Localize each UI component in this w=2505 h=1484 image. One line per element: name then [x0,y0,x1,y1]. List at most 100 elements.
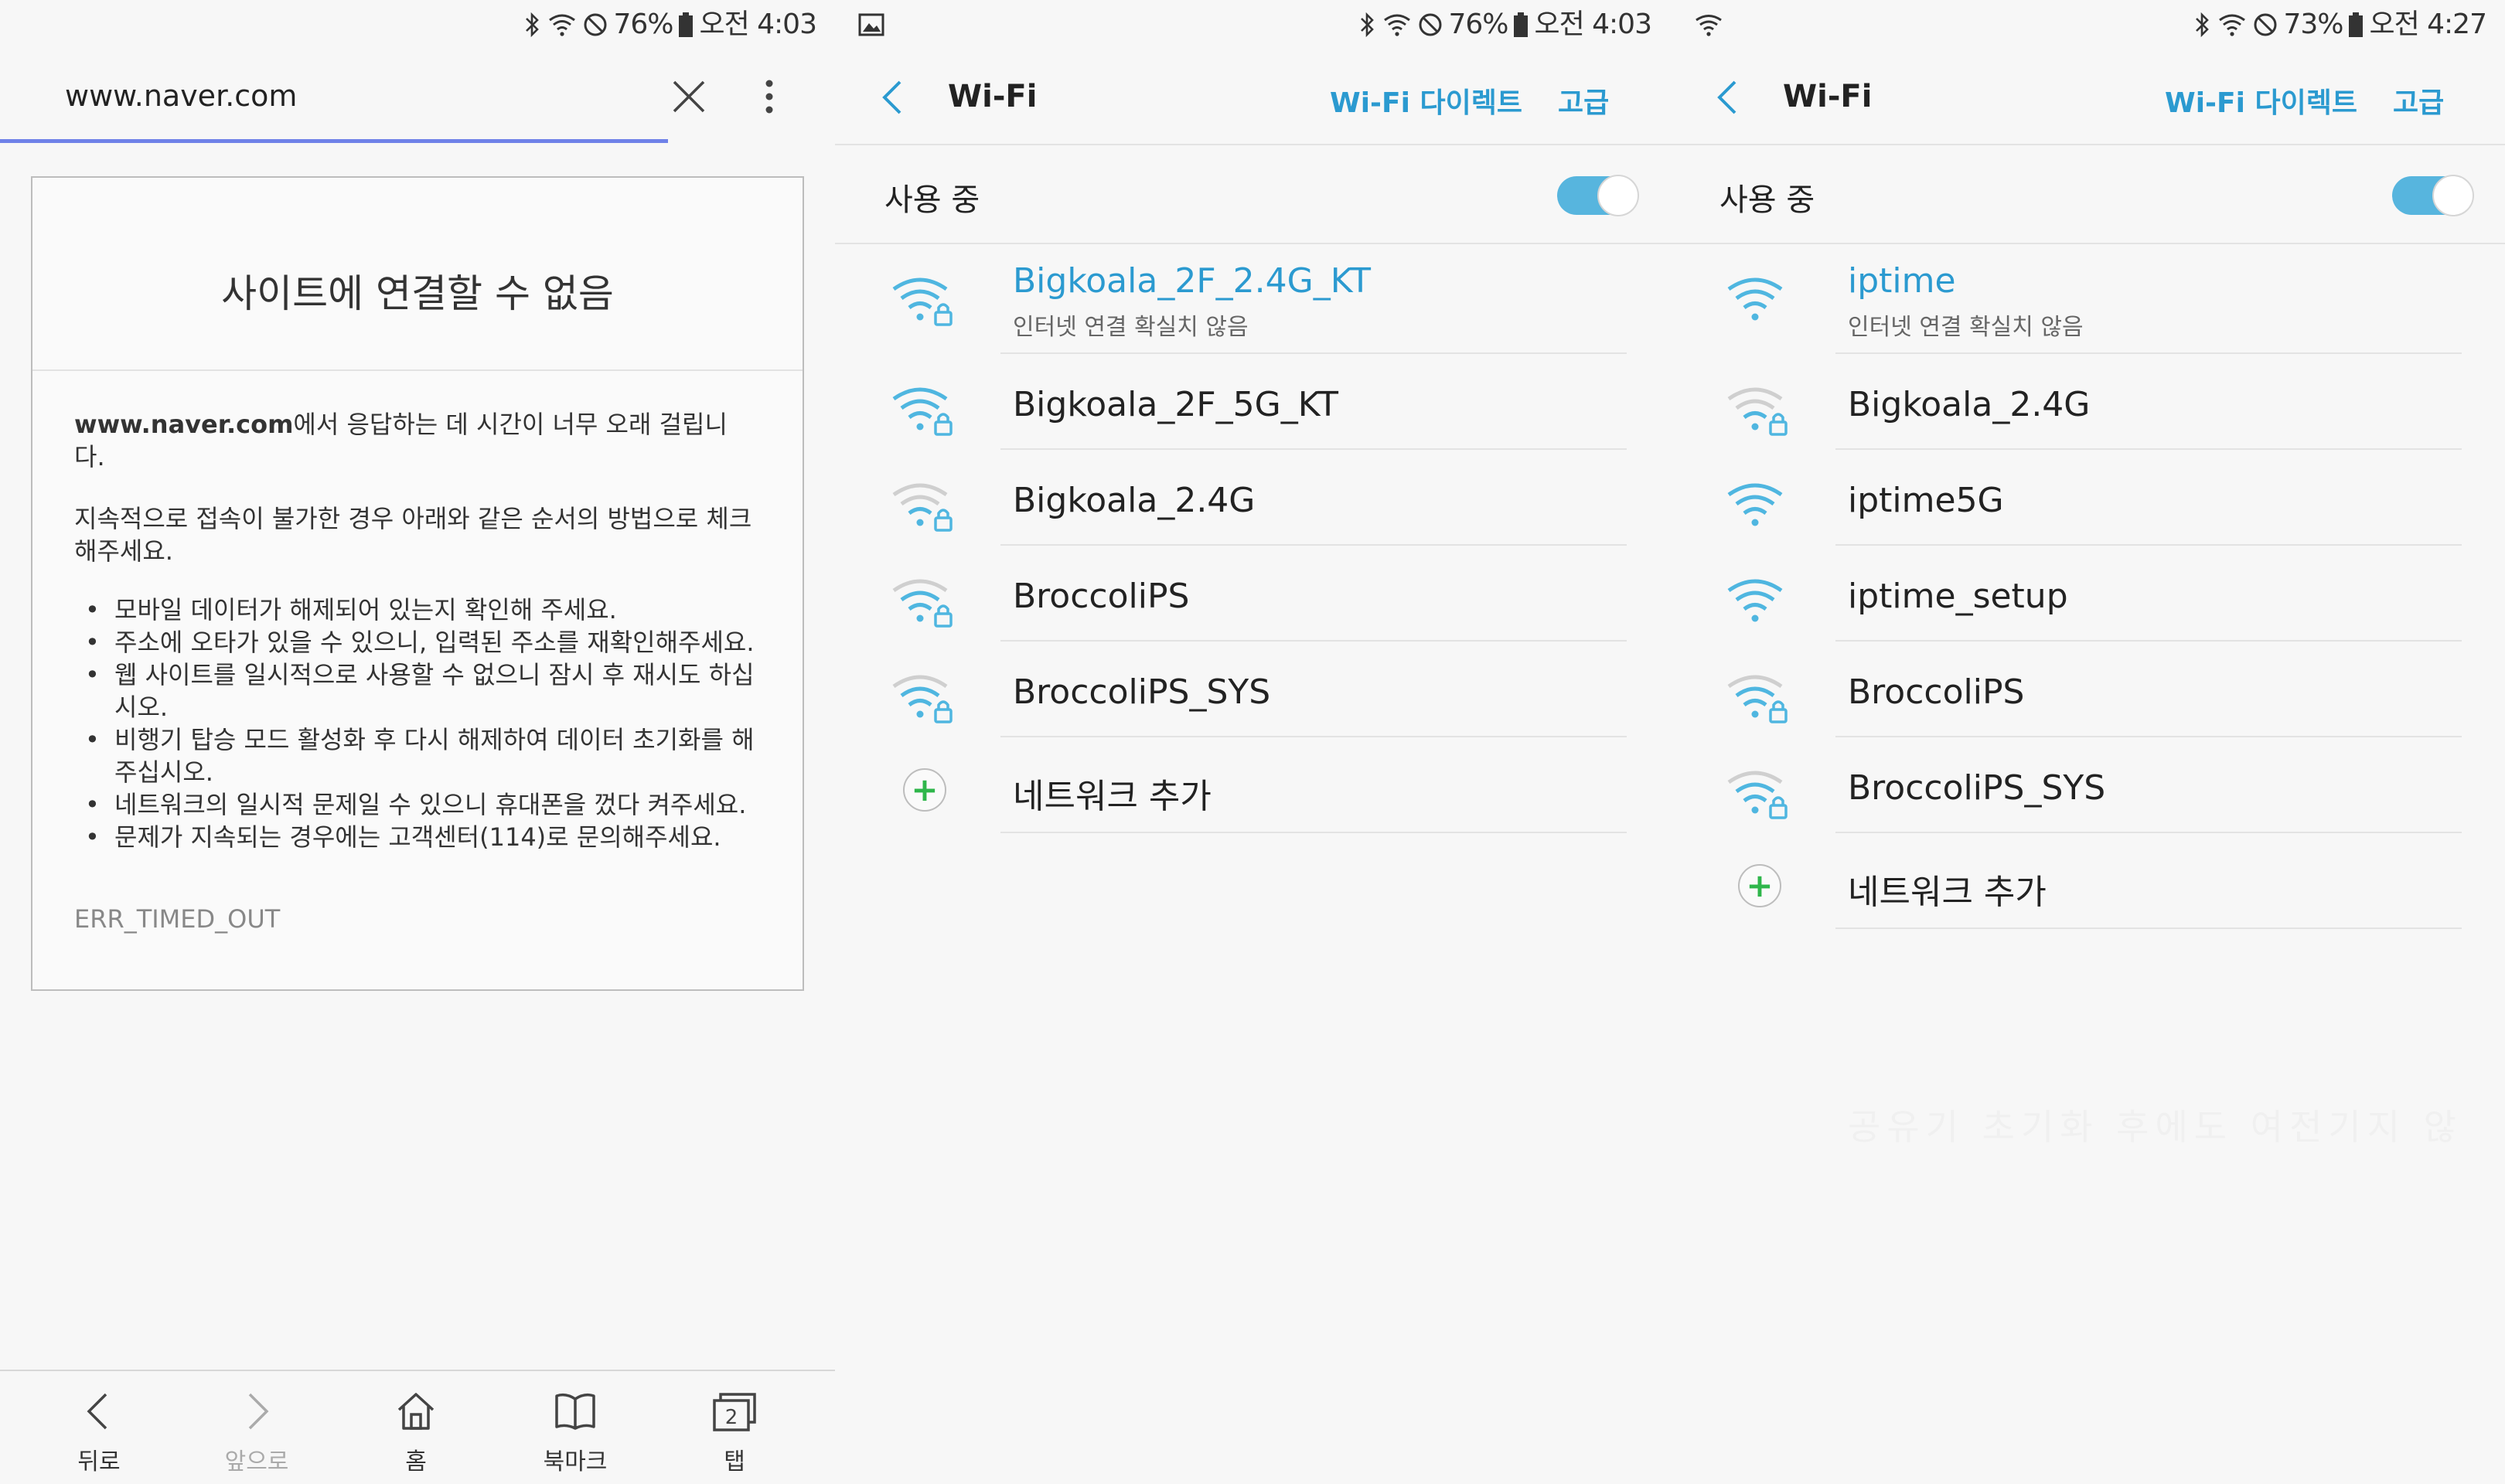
bookmarks-label: 북마크 [543,1448,608,1475]
status-bar: 73% 오전 4:27 [1670,0,2505,49]
network-name: iptime_setup [1848,577,2068,616]
back-arrow-icon[interactable] [878,77,906,117]
network-name: iptime5G [1848,481,2004,520]
do-not-disturb-icon [584,13,607,36]
network-item[interactable]: BroccoliPS [1670,642,2505,737]
wifi-switch-row[interactable]: 사용 중 [835,145,1670,243]
wifi-secured-strong-icon [892,277,953,326]
network-item[interactable]: iptime 인터넷 연결 확실치 않음 [1670,244,2505,354]
tabs-label: 탭 [724,1448,745,1475]
wifi-open-strong-icon [1727,277,1783,321]
wifi-secured-strong-icon [892,387,953,436]
network-item[interactable]: BroccoliPS [835,546,1670,642]
wifi-switch-label: 사용 중 [1719,182,1815,218]
error-intro: 지속적으로 접속이 불가한 경우 아래와 같은 순서의 방법으로 체크해주세요. [74,504,752,566]
tabs-button[interactable]: 2 탭 [657,1371,812,1484]
do-not-disturb-icon [1419,13,1442,36]
battery-percent: 73% [2283,9,2343,40]
wifi-header: Wi-Fi Wi-Fi 다이렉트 고급 [1670,49,2505,145]
error-title: 사이트에 연결할 수 없음 [221,271,614,316]
bookmarks-icon [555,1393,595,1430]
close-icon[interactable] [670,77,708,116]
network-name: BroccoliPS [1848,672,2025,712]
wifi-secured-weak-icon [1727,771,1788,819]
network-name: BroccoliPS_SYS [1013,672,1271,712]
network-name: BroccoliPS [1013,577,1190,616]
bluetooth-icon [1361,12,1375,38]
bookmarks-button[interactable]: 북마크 [498,1371,653,1484]
wifi-toggle[interactable] [1557,173,1639,216]
network-name: Bigkoala_2.4G [1013,481,1256,520]
network-item[interactable]: iptime5G [1670,450,2505,546]
more-options-icon[interactable] [762,77,776,116]
forward-button[interactable]: 앞으로 [179,1371,334,1484]
error-tip: 주소에 오타가 있을 수 있으니, 입력된 주소를 재확인해주세요. [74,626,756,659]
advanced-button[interactable]: 고급 [2393,80,2444,121]
advanced-button[interactable]: 고급 [1558,80,1609,121]
wifi-secured-weak-icon [892,675,953,723]
network-item[interactable]: Bigkoala_2F_2.4G_KT 인터넷 연결 확실치 않음 [835,244,1670,354]
add-network-button[interactable]: + 네트워크 추가 [835,737,1670,833]
wifi-header: Wi-Fi Wi-Fi 다이렉트 고급 [835,49,1670,145]
page-load-progress [0,139,668,143]
network-item[interactable]: Bigkoala_2F_5G_KT [835,354,1670,450]
network-list: Bigkoala_2F_2.4G_KT 인터넷 연결 확실치 않음 Bigkoa… [835,244,1670,833]
bottom-nav: 뒤로 앞으로 홈 북마크 2 탭 [0,1370,835,1484]
wifi-direct-button[interactable]: Wi-Fi 다이렉트 [1330,80,1522,121]
network-list: iptime 인터넷 연결 확실치 않음 Bigkoala_2.4G iptim… [1670,244,2505,929]
back-button[interactable]: 뒤로 [22,1371,176,1484]
wifi-secured-weak-icon [1727,387,1788,436]
error-tips-list: 모바일 데이터가 해제되어 있는지 확인해 주세요. 주소에 오타가 있을 수 … [74,594,756,853]
home-label: 홈 [405,1448,427,1475]
battery-percent: 76% [1448,9,1508,40]
wifi-direct-button[interactable]: Wi-Fi 다이렉트 [2165,80,2357,121]
address-bar[interactable]: www.naver.com [0,49,835,147]
error-tip: 문제가 지속되는 경우에는 고객센터(114)로 문의해주세요. [74,821,756,853]
home-button[interactable]: 홈 [339,1371,493,1484]
page-title: Wi-Fi [1783,79,1873,114]
card-divider [32,369,803,371]
page-title: Wi-Fi [948,79,1038,114]
wifi-switch-label: 사용 중 [884,182,980,218]
error-tip: 모바일 데이터가 해제되어 있는지 확인해 주세요. [74,594,756,626]
wifi-open-strong-icon [1727,483,1783,526]
forward-label: 앞으로 [224,1448,289,1475]
chevron-left-icon [87,1393,107,1430]
network-item[interactable]: Bigkoala_2.4G [1670,354,2505,450]
battery-icon [679,12,694,37]
network-name: Bigkoala_2F_5G_KT [1013,385,1339,424]
network-status: 인터넷 연결 확실치 않음 [1013,314,1249,341]
network-name: iptime [1848,261,1956,301]
wifi-toggle[interactable] [2392,173,2474,216]
error-body: www.naver.com에서 응답하는 데 시간이 너무 오래 걸립니다. 지… [74,408,756,853]
error-tip: 웹 사이트를 일시적으로 사용할 수 없으니 잠시 후 재시도 하십시오. [74,659,756,723]
status-time: 오전 4:03 [1534,9,1652,40]
bluetooth-icon [526,12,540,38]
do-not-disturb-icon [2254,13,2277,36]
network-item[interactable]: iptime_setup [1670,546,2505,642]
add-network-button[interactable]: + 네트워크 추가 [1670,833,2505,929]
back-label: 뒤로 [77,1448,121,1475]
back-arrow-icon[interactable] [1713,77,1741,117]
network-item[interactable]: Bigkoala_2.4G [835,450,1670,546]
status-bar: 76% 오전 4:03 [835,0,1670,49]
status-time: 오전 4:27 [2369,9,2487,40]
url-text[interactable]: www.naver.com [65,79,297,113]
wifi-status-icon [549,14,576,36]
add-icon: + [903,768,946,812]
status-time: 오전 4:03 [699,9,817,40]
wifi-status-icon [1384,14,1411,36]
network-name: BroccoliPS_SYS [1848,768,2106,808]
tab-count: 2 [725,1406,738,1429]
browser-screen: 76% 오전 4:03 www.naver.com 사이트에 연결할 수 없음 … [0,0,835,1484]
bluetooth-icon [2196,12,2210,38]
wifi-switch-row[interactable]: 사용 중 [1670,145,2505,243]
error-lead: www.naver.com에서 응답하는 데 시간이 너무 오래 걸립니다. [74,408,756,473]
error-card: 사이트에 연결할 수 없음 www.naver.com에서 응답하는 데 시간이… [31,176,804,991]
wifi-screen-2: 73% 오전 4:27 Wi-Fi Wi-Fi 다이렉트 고급 사용 중 ipt… [1670,0,2505,1484]
faint-overlay-text: 공유기 초기화 후에도 여전기지 않 [1848,1106,2462,1148]
tabs-icon: 2 [713,1393,756,1431]
battery-icon [1514,12,1529,37]
network-item[interactable]: BroccoliPS_SYS [1670,737,2505,833]
network-item[interactable]: BroccoliPS_SYS [835,642,1670,737]
